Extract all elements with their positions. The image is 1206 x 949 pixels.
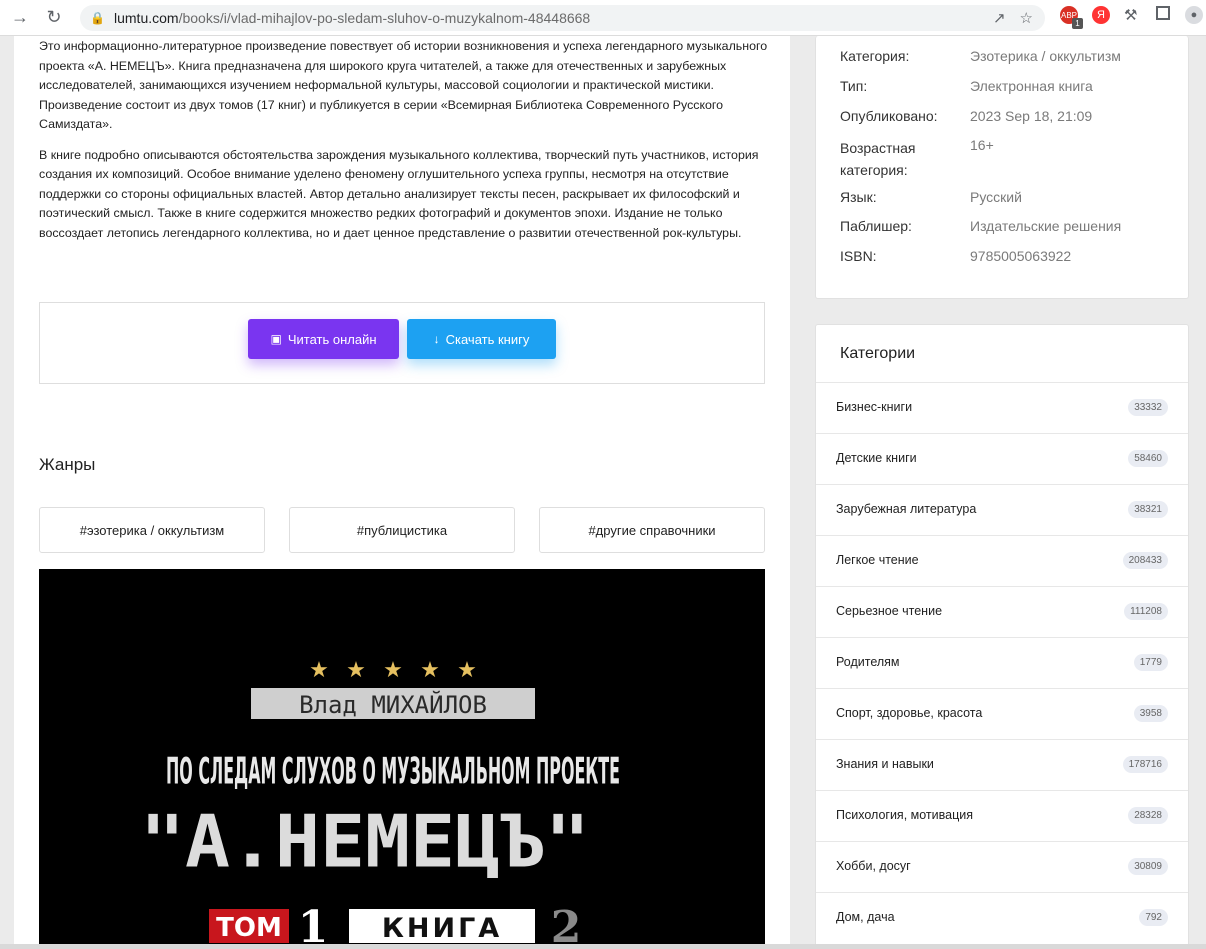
browser-toolbar: → ↻ 🔒 lumtu.com/books/i/vlad-mihajlov-po… [0, 0, 1206, 36]
profile-avatar-icon[interactable]: ● [1185, 6, 1203, 24]
actions-box: ▣ Читать онлайн ↓ Скачать книгу [39, 302, 765, 384]
category-item[interactable]: Знания и навыки 178716 [816, 739, 1188, 790]
description-paragraph: В книге подробно описываются обстоятельс… [39, 147, 759, 240]
genre-tag[interactable]: #эзотерика / оккультизм [39, 507, 265, 553]
bookmark-star-icon[interactable]: ☆ [1020, 9, 1033, 27]
meta-label: Возрастная категория: [840, 140, 916, 178]
category-count-badge: 38321 [1128, 501, 1168, 518]
yandex-icon[interactable]: Я [1092, 6, 1110, 24]
category-count-badge: 3958 [1133, 705, 1168, 722]
meta-value: Русский [970, 189, 1022, 205]
side-panel-icon[interactable] [1156, 6, 1170, 20]
meta-value: 9785005063922 [970, 248, 1072, 264]
meta-value: Электронная книга [970, 78, 1093, 94]
cover-kniga-label: КНИГА [382, 913, 502, 944]
category-name: Хобби, досуг [836, 859, 911, 873]
genre-tag[interactable]: #публицистика [289, 507, 515, 553]
meta-label: Язык: [840, 189, 877, 205]
book-icon: ▣ [270, 332, 282, 346]
genre-tag[interactable]: #другие справочники [539, 507, 765, 553]
url-domain: lumtu.com [114, 10, 179, 26]
category-name: Зарубежная литература [836, 502, 977, 516]
category-item[interactable]: Родителям 1779 [816, 637, 1188, 688]
genres-heading: Жанры [39, 455, 96, 474]
category-count-badge: 792 [1139, 909, 1168, 926]
category-item[interactable]: Спорт, здоровье, красота 3958 [816, 688, 1188, 739]
meta-label: Тип: [840, 78, 868, 94]
meta-value: 16+ [970, 137, 994, 153]
meta-label: ISBN: [840, 248, 877, 264]
star-icon: ★ [457, 658, 477, 683]
meta-label: Паблишер: [840, 218, 912, 234]
cover-tom-number: 1 [298, 902, 329, 949]
meta-label: Категория: [840, 48, 910, 64]
category-count-badge: 28328 [1128, 807, 1168, 824]
cover-art: ★ ★ ★ ★ ★ Влад МИХАЙЛОВ ПО СЛЕДАМ СЛУХОВ О М… [140, 658, 620, 949]
reload-icon[interactable]: ↻ [40, 4, 68, 32]
category-name: Легкое чтение [836, 553, 919, 567]
category-name: Психология, мотивация [836, 808, 973, 822]
download-book-button[interactable]: ↓ Скачать книгу [407, 319, 556, 359]
category-name: Серьезное чтение [836, 604, 943, 618]
horizontal-scrollbar[interactable] [0, 944, 1206, 949]
cover-author: Влад МИХАЙЛОВ [299, 690, 487, 719]
categories-card: Категории Бизнес-книги 33332 Детские книг… [815, 324, 1189, 949]
categories-list: Бизнес-книги 33332 Детские книги 58460 Зар… [816, 382, 1188, 943]
star-icon: ★ [383, 658, 403, 683]
lock-icon: 🔒 [90, 11, 105, 25]
category-name: Детские книги [836, 451, 917, 465]
category-count-badge: 178716 [1122, 756, 1168, 773]
category-item[interactable]: Психология, мотивация 28328 [816, 790, 1188, 841]
meta-label: Опубликовано: [840, 108, 938, 124]
category-count-badge: 58460 [1128, 450, 1168, 467]
cover-tom-label: ТОМ [216, 913, 282, 943]
category-item[interactable]: Детские книги 58460 [816, 433, 1188, 484]
category-name: Спорт, здоровье, красота [836, 706, 983, 720]
category-count-badge: 111208 [1124, 603, 1168, 620]
download-arrow-icon: ↓ [433, 332, 440, 346]
category-count-badge: 30809 [1128, 858, 1168, 875]
download-label: Скачать книгу [445, 331, 530, 347]
forward-icon[interactable]: → [6, 4, 34, 32]
read-online-button[interactable]: ▣ Читать онлайн [248, 319, 399, 359]
adblock-badge: 1 [1072, 18, 1083, 29]
cover-title: "А.НЕМЕЦЪ" [140, 800, 590, 884]
category-item[interactable]: Зарубежная литература 38321 [816, 484, 1188, 535]
category-count-badge: 208433 [1122, 552, 1168, 569]
meta-value: Эзотерика / оккультизм [970, 48, 1121, 64]
category-name: Бизнес-книги [836, 400, 913, 414]
category-name: Знания и навыки [836, 757, 934, 771]
book-cover-image: ★ ★ ★ ★ ★ Влад МИХАЙЛОВ ПО СЛЕДАМ СЛУХОВ О М… [39, 569, 765, 949]
share-icon[interactable]: ↗ [993, 9, 1006, 27]
meta-value: Издательские решения [970, 218, 1122, 234]
cover-kniga-number: 2 [551, 902, 582, 949]
book-metadata-card: Категория: Эзотерика / оккультизм Тип: Э… [815, 36, 1189, 299]
star-icon: ★ [420, 658, 440, 683]
category-count-badge: 33332 [1128, 399, 1168, 416]
extensions-puzzle-icon[interactable]: ⚒ [1124, 6, 1137, 24]
categories-heading: Категории [840, 345, 916, 362]
star-icon: ★ [346, 658, 366, 683]
category-item[interactable]: Серьезное чтение 111208 [816, 586, 1188, 637]
address-bar[interactable]: 🔒 lumtu.com/books/i/vlad-mihajlov-po-sle… [80, 5, 1045, 31]
read-online-label: Читать онлайн [287, 331, 377, 347]
url-path: /books/i/vlad-mihajlov-po-sledam-sluhov-… [178, 10, 591, 26]
meta-value: 2023 Sep 18, 21:09 [970, 108, 1093, 124]
category-count-badge: 1779 [1133, 654, 1168, 671]
category-item[interactable]: Хобби, досуг 30809 [816, 841, 1188, 892]
category-item[interactable]: Дом, дача 792 [816, 892, 1188, 943]
category-item[interactable]: Бизнес-книги 33332 [816, 382, 1188, 433]
cover-subtitle: ПО СЛЕДАМ СЛУХОВ О МУЗЫКАЛЬНОМ ПРОЕКТЕ [166, 750, 620, 793]
book-description: Это информационно-литературное произведе… [14, 37, 790, 243]
star-icon: ★ [309, 658, 329, 683]
category-item[interactable]: Легкое чтение 208433 [816, 535, 1188, 586]
rating-stars: ★ ★ ★ ★ ★ [309, 658, 477, 683]
category-name: Родителям [836, 655, 900, 669]
main-content: Это информационно-литературное произведе… [14, 36, 790, 949]
description-paragraph: Это информационно-литературное произведе… [39, 39, 768, 131]
category-name: Дом, дача [836, 910, 895, 924]
